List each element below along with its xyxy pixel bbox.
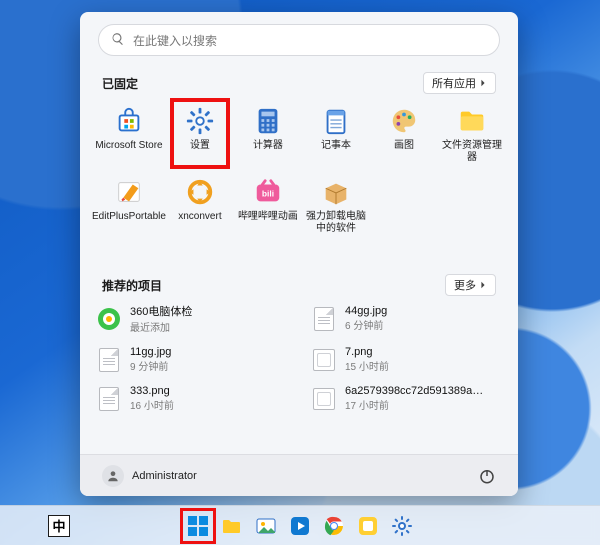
gear-icon — [185, 106, 215, 136]
recommended-title: 推荐的项目 — [102, 277, 162, 294]
start-menu: 在此键入以搜索 已固定 所有应用 Microsoft Store 设置 — [80, 12, 518, 496]
file-name: 44gg.jpg — [345, 305, 387, 317]
folder-icon — [457, 106, 487, 136]
file-sub: 最近添加 — [130, 319, 192, 334]
app-label: 文件资源管理器 — [438, 140, 506, 163]
file-name: 11gg.jpg — [130, 346, 171, 358]
file-name: 333.png — [130, 385, 174, 397]
taskbar-chrome[interactable] — [321, 513, 347, 539]
app-microsoft-store[interactable]: Microsoft Store — [92, 102, 166, 167]
app360-icon — [96, 306, 122, 332]
svg-text:bili: bili — [262, 189, 274, 199]
taskbar-explorer[interactable] — [219, 513, 245, 539]
file-icon — [311, 306, 337, 332]
user-account[interactable]: Administrator — [102, 465, 197, 487]
app-label: 计算器 — [253, 140, 283, 152]
image-icon — [311, 386, 337, 412]
search-box[interactable]: 在此键入以搜索 — [98, 24, 500, 56]
recommended-item[interactable]: 360电脑体检最近添加 — [90, 300, 293, 337]
file-name: 7.png — [345, 346, 389, 358]
recommended-list: 360电脑体检最近添加 44gg.jpg6 分钟前 11gg.jpg9 分钟前 … — [90, 300, 508, 415]
all-apps-label: 所有应用 — [432, 75, 476, 91]
taskbar-media[interactable] — [287, 513, 313, 539]
app-paint[interactable]: 画图 — [370, 102, 438, 167]
file-sub: 17 小时前 — [345, 397, 485, 412]
avatar-icon — [102, 465, 124, 487]
taskbar: 中 — [0, 505, 600, 545]
pinned-title: 已固定 — [102, 75, 138, 92]
search-placeholder: 在此键入以搜索 — [133, 32, 217, 49]
chevron-right-icon — [479, 281, 487, 289]
recommended-item[interactable]: 333.png16 小时前 — [90, 382, 293, 415]
file-sub: 6 分钟前 — [345, 317, 387, 332]
editplus-icon — [114, 177, 144, 207]
file-sub: 9 分钟前 — [130, 358, 171, 373]
file-icon — [96, 386, 122, 412]
app-xnconvert[interactable]: xnconvert — [166, 173, 234, 238]
app-settings[interactable]: 设置 — [166, 102, 234, 167]
recommended-item[interactable]: 6a2579398cc72d591389af679703f3...17 小时前 — [305, 382, 508, 415]
file-name: 6a2579398cc72d591389af679703f3... — [345, 385, 485, 397]
app-bilibili[interactable]: bili 哔哩哔哩动画 — [234, 173, 302, 238]
app-label: EditPlusPortable — [92, 211, 166, 223]
xnconvert-icon — [185, 177, 215, 207]
pinned-grid: Microsoft Store 设置 计算器 记事本 画图 — [92, 102, 506, 238]
app-uninstaller[interactable]: 强力卸载电脑中的软件 — [302, 173, 370, 238]
file-icon — [96, 347, 122, 373]
notepad-icon — [321, 106, 351, 136]
taskbar-icons — [185, 513, 415, 539]
search-icon — [111, 32, 125, 49]
taskbar-photos[interactable] — [253, 513, 279, 539]
app-notepad[interactable]: 记事本 — [302, 102, 370, 167]
power-button[interactable] — [478, 467, 496, 485]
app-calculator[interactable]: 计算器 — [234, 102, 302, 167]
file-sub: 15 小时前 — [345, 358, 389, 373]
app-editplus[interactable]: EditPlusPortable — [92, 173, 166, 238]
app-label: 强力卸载电脑中的软件 — [302, 211, 370, 234]
app-label: 设置 — [190, 140, 210, 152]
all-apps-button[interactable]: 所有应用 — [423, 72, 496, 94]
file-name: 360电脑体检 — [130, 303, 192, 319]
app-label: 哔哩哔哩动画 — [238, 211, 298, 223]
more-button[interactable]: 更多 — [445, 274, 496, 296]
chevron-right-icon — [479, 79, 487, 87]
taskbar-start[interactable] — [185, 513, 211, 539]
start-footer: Administrator — [80, 454, 518, 496]
taskbar-app-yellow[interactable] — [355, 513, 381, 539]
file-sub: 16 小时前 — [130, 397, 174, 412]
app-label: 记事本 — [321, 140, 351, 152]
app-label: Microsoft Store — [95, 140, 162, 152]
app-label: 画图 — [394, 140, 414, 152]
box-icon — [321, 177, 351, 207]
app-label: xnconvert — [178, 211, 221, 223]
recommended-item[interactable]: 7.png15 小时前 — [305, 343, 508, 376]
bilibili-icon: bili — [253, 177, 283, 207]
ime-label: 中 — [52, 516, 65, 535]
more-label: 更多 — [454, 277, 476, 293]
app-file-explorer[interactable]: 文件资源管理器 — [438, 102, 506, 167]
recommended-item[interactable]: 44gg.jpg6 分钟前 — [305, 300, 508, 337]
taskbar-settings[interactable] — [389, 513, 415, 539]
palette-icon — [389, 106, 419, 136]
ime-indicator[interactable]: 中 — [48, 515, 70, 537]
image-icon — [311, 347, 337, 373]
recommended-item[interactable]: 11gg.jpg9 分钟前 — [90, 343, 293, 376]
user-name: Administrator — [132, 470, 197, 482]
calculator-icon — [253, 106, 283, 136]
store-icon — [114, 106, 144, 136]
